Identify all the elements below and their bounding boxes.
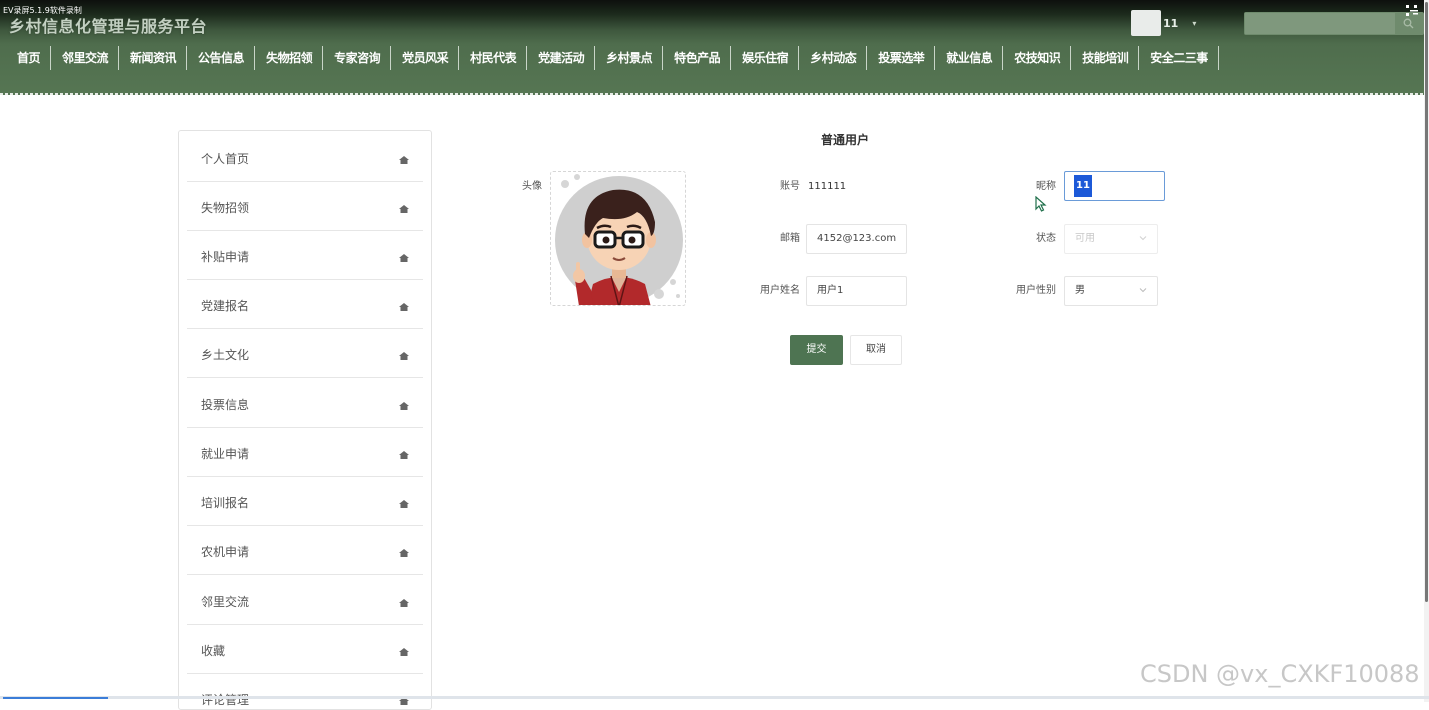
home-icon [399, 205, 409, 213]
nickname-field[interactable]: 11 [1064, 171, 1165, 201]
sidebar-item-label: 个人首页 [201, 152, 250, 166]
sidebar-item-job-apply[interactable]: 就业申请 [187, 428, 423, 477]
home-icon [399, 549, 409, 557]
main-nav: 首页 邻里交流 新闻资讯 公告信息 失物招领 专家咨询 党员风采 村民代表 党建… [6, 46, 1219, 70]
top-header: EV录屏5.1.9软件录制 乡村信息化管理与服务平台 11 ▾ 首页 邻里交流 … [0, 0, 1429, 95]
search-input[interactable] [1245, 13, 1395, 34]
home-icon [399, 303, 409, 311]
scrollbar-thumb[interactable] [1425, 2, 1428, 602]
sidebar-item-comments[interactable]: 评论管理 [187, 674, 423, 709]
status-select: 可用 [1064, 224, 1158, 254]
nickname-selected-text: 11 [1074, 175, 1092, 197]
nav-item-neighbor[interactable]: 邻里交流 [51, 46, 120, 70]
avatar-upload[interactable] [550, 171, 686, 306]
search-box [1244, 12, 1424, 35]
cancel-button[interactable]: 取消 [850, 335, 902, 365]
sidebar-item-label: 就业申请 [201, 447, 250, 461]
nav-item-notice[interactable]: 公告信息 [187, 46, 256, 70]
nav-item-training[interactable]: 技能培训 [1071, 46, 1140, 70]
nav-item-news[interactable]: 新闻资讯 [119, 46, 188, 70]
home-icon [399, 352, 409, 360]
chevron-down-icon [1139, 236, 1147, 241]
sidebar: 个人首页 失物招领 补贴申请 党建报名 乡土文化 投票信息 就业申请 培训报名 … [178, 130, 432, 710]
nav-item-lost-found[interactable]: 失物招领 [255, 46, 324, 70]
sidebar-item-label: 农机申请 [201, 545, 250, 559]
sidebar-item-neighbor[interactable]: 邻里交流 [187, 576, 423, 625]
home-icon [399, 451, 409, 459]
sidebar-item-label: 失物招领 [201, 201, 250, 215]
nav-item-products[interactable]: 特色产品 [663, 46, 732, 70]
header-divider [0, 93, 1429, 95]
account-label: 账号 [780, 181, 800, 192]
fullscreen-icon[interactable] [1404, 4, 1418, 18]
chevron-down-icon[interactable]: ▾ [1192, 19, 1196, 28]
nav-item-agri-knowledge[interactable]: 农技知识 [1003, 46, 1072, 70]
bottom-scroll-track [0, 696, 1429, 699]
sidebar-item-vote-info[interactable]: 投票信息 [187, 379, 423, 428]
sidebar-item-favorites[interactable]: 收藏 [187, 625, 423, 674]
nav-item-expert[interactable]: 专家咨询 [323, 46, 392, 70]
home-icon [399, 156, 409, 164]
watermark: CSDN @vx_CXKF10088 [1140, 660, 1420, 688]
user-name[interactable]: 11 [1163, 17, 1178, 30]
email-label: 邮箱 [780, 233, 800, 244]
home-icon [399, 254, 409, 262]
nav-item-voting[interactable]: 投票选举 [867, 46, 936, 70]
home-icon [399, 648, 409, 656]
sidebar-item-label: 邻里交流 [201, 595, 250, 609]
sidebar-item-label: 收藏 [201, 644, 226, 658]
nav-item-party-member[interactable]: 党员风采 [391, 46, 460, 70]
account-value: 111111 [808, 181, 847, 192]
nav-item-villager-rep[interactable]: 村民代表 [459, 46, 528, 70]
user-avatar-thumb[interactable] [1131, 10, 1161, 36]
realname-label: 用户姓名 [760, 285, 800, 296]
sidebar-item-label: 党建报名 [201, 299, 250, 313]
gender-value: 男 [1075, 285, 1085, 296]
nav-item-home[interactable]: 首页 [6, 46, 52, 70]
sidebar-item-subsidy[interactable]: 补贴申请 [187, 231, 423, 280]
gender-select[interactable]: 男 [1064, 276, 1158, 306]
home-icon [399, 599, 409, 607]
nav-item-party-activity[interactable]: 党建活动 [527, 46, 596, 70]
page-title: 普通用户 [820, 133, 869, 147]
nav-item-jobs[interactable]: 就业信息 [935, 46, 1004, 70]
nav-item-village-news[interactable]: 乡村动态 [799, 46, 868, 70]
sidebar-item-home[interactable]: 个人首页 [187, 133, 423, 182]
status-value: 可用 [1075, 233, 1095, 244]
nickname-label: 昵称 [1036, 181, 1056, 192]
chevron-down-icon [1139, 288, 1147, 293]
submit-button[interactable]: 提交 [790, 335, 843, 365]
sidebar-item-label: 乡土文化 [201, 348, 250, 362]
site-title[interactable]: 乡村信息化管理与服务平台 [9, 13, 207, 37]
nav-item-lodging[interactable]: 娱乐住宿 [731, 46, 800, 70]
sidebar-item-culture[interactable]: 乡土文化 [187, 329, 423, 378]
sidebar-item-party-signup[interactable]: 党建报名 [187, 280, 423, 329]
avatar-label: 头像 [522, 181, 542, 192]
sidebar-item-lost-found[interactable]: 失物招领 [187, 182, 423, 231]
email-field[interactable]: 4152@123.com [806, 224, 907, 254]
gender-label: 用户性别 [1016, 285, 1056, 296]
sidebar-item-label: 补贴申请 [201, 250, 250, 264]
sidebar-item-training-signup[interactable]: 培训报名 [187, 477, 423, 526]
bottom-scroll-thumb[interactable] [3, 697, 108, 699]
avatar [555, 174, 683, 305]
mouse-cursor-icon [1035, 196, 1047, 212]
home-icon [399, 500, 409, 508]
sidebar-item-machinery[interactable]: 农机申请 [187, 526, 423, 575]
nav-item-scenic[interactable]: 乡村景点 [595, 46, 664, 70]
user-menu[interactable]: 11 ▾ [1131, 10, 1196, 36]
sidebar-item-label: 培训报名 [201, 496, 250, 510]
nav-item-safety[interactable]: 安全二三事 [1139, 46, 1219, 70]
sidebar-item-label: 投票信息 [201, 398, 250, 412]
home-icon [399, 402, 409, 410]
status-label: 状态 [1036, 233, 1056, 244]
realname-field[interactable]: 用户1 [806, 276, 907, 306]
